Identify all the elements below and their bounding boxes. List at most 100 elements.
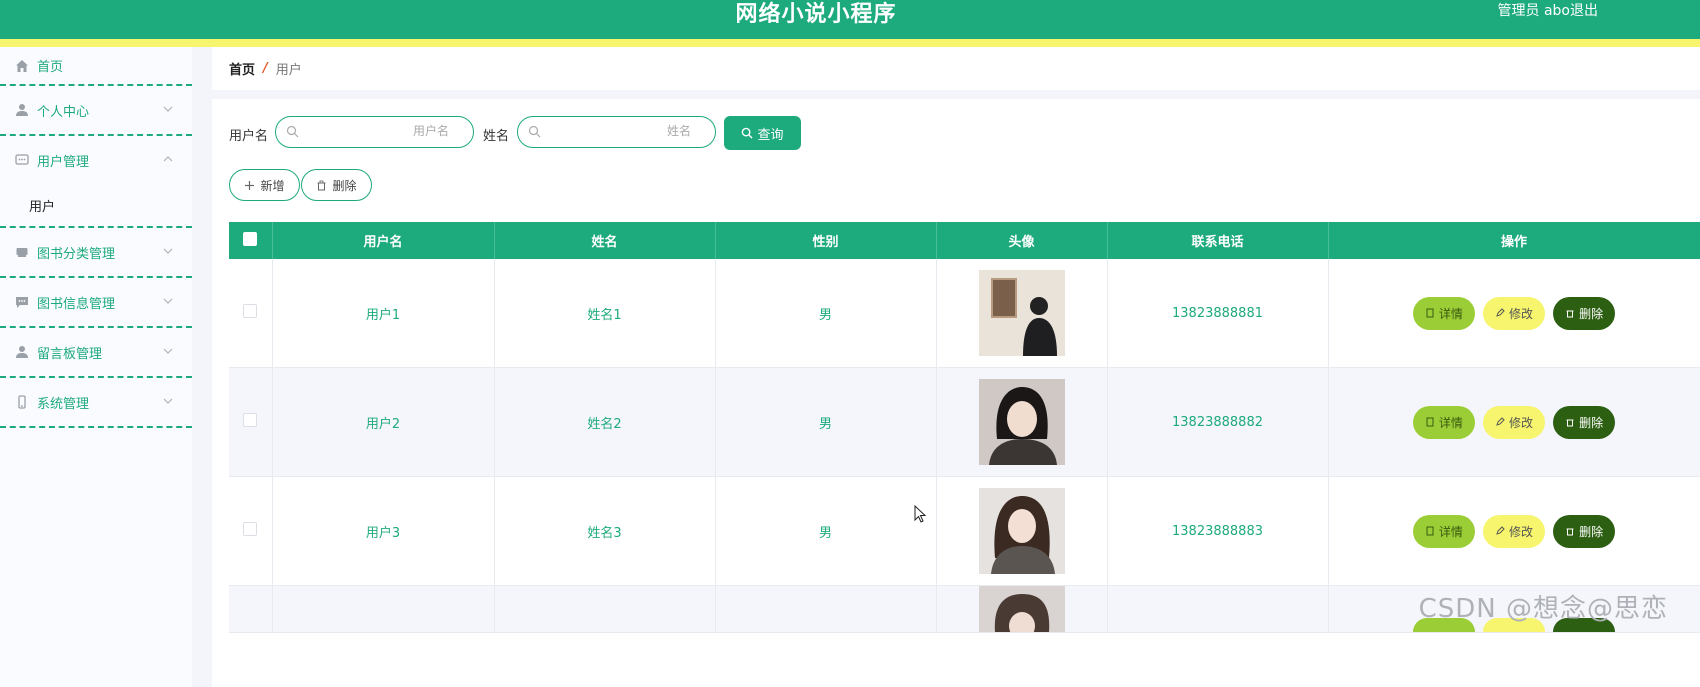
username-search-input[interactable] <box>327 123 451 139</box>
chevron-down-icon <box>163 348 173 354</box>
column-header-avatar: 头像 <box>936 222 1108 259</box>
sidebar-item-label: 用户管理 <box>37 154 90 170</box>
row-checkbox[interactable] <box>243 522 258 536</box>
sidebar-item-home[interactable]: 首页 <box>0 47 192 86</box>
column-header-phone: 联系电话 <box>1107 222 1329 259</box>
sidebar-item-label: 图书信息管理 <box>37 296 116 312</box>
logout-link[interactable]: 退出 <box>1570 0 1598 20</box>
sidebar-item-label: 留言板管理 <box>37 346 103 362</box>
sidebar-item-profile[interactable]: 个人中心 <box>0 86 192 136</box>
add-button-label: 新增 <box>260 178 285 193</box>
sidebar-item-label: 系统管理 <box>37 396 90 412</box>
watermark: CSDN @想念@思恋 <box>1418 594 1668 624</box>
message-icon <box>15 295 29 309</box>
detail-button[interactable]: 详情 <box>1412 296 1475 330</box>
search-icon <box>742 127 754 139</box>
sidebar-item-book-info[interactable]: 图书信息管理 <box>0 278 192 328</box>
column-header-name: 姓名 <box>494 222 716 259</box>
search-icon <box>286 125 299 138</box>
batch-delete-button[interactable]: 删除 <box>301 169 372 201</box>
breadcrumb-separator: / <box>263 61 268 76</box>
delete-button-label: 删除 <box>1579 306 1604 321</box>
delete-button-label: 删除 <box>1579 415 1604 430</box>
breadcrumb: 首页 / 用户 <box>212 47 1700 90</box>
sidebar-item-message-board[interactable]: 留言板管理 <box>0 328 192 378</box>
name-search-box[interactable] <box>517 116 716 148</box>
sidebar-item-label: 个人中心 <box>37 104 90 120</box>
sidebar-subitem-user[interactable]: 用户 <box>0 184 192 228</box>
avatar-cell <box>936 367 1108 477</box>
column-header-username: 用户名 <box>272 222 495 259</box>
query-button-label: 查询 <box>757 127 784 143</box>
select-all-cell[interactable] <box>229 222 273 259</box>
delete-button[interactable]: 删除 <box>1553 296 1616 330</box>
avatar-cell <box>936 259 1108 368</box>
delete-button[interactable]: 删除 <box>1553 514 1616 548</box>
detail-button[interactable]: 详情 <box>1412 514 1475 548</box>
edit-button[interactable]: 修改 <box>1483 405 1545 439</box>
home-icon <box>15 59 29 73</box>
edit-button[interactable]: 修改 <box>1483 514 1545 548</box>
book-icon <box>15 245 29 259</box>
sidebar-item-system[interactable]: 系统管理 <box>0 378 192 428</box>
chevron-up-icon <box>163 156 173 162</box>
username-cell: 用户3 <box>272 476 495 586</box>
username-search-label: 用户名 <box>229 129 269 144</box>
table-row: 用户3 姓名3 男 13823888883 详情 修改 删除 <box>229 476 1700 586</box>
document-icon <box>1426 417 1434 427</box>
edit-button[interactable]: 修改 <box>1483 296 1545 330</box>
trash-icon <box>1566 310 1574 318</box>
delete-button[interactable]: 删除 <box>1553 405 1616 439</box>
detail-button[interactable]: 详情 <box>1412 405 1475 439</box>
breadcrumb-home-link[interactable]: 首页 <box>229 59 255 78</box>
actions-cell: 详情 修改 删除 <box>1328 476 1700 586</box>
sidebar-item-label: 图书分类管理 <box>37 246 116 262</box>
gender-cell: 男 <box>715 476 937 586</box>
sidebar-menu: 首页 个人中心 用户管理 用户 图书分类管理 图书信息管理 留言板管理 系统管理 <box>0 47 192 687</box>
sidebar-item-book-category[interactable]: 图书分类管理 <box>0 228 192 278</box>
column-header-actions: 操作 <box>1328 222 1700 259</box>
detail-button-label: 详情 <box>1438 524 1463 539</box>
avatar <box>978 488 1065 574</box>
avatar-cell <box>936 585 1108 633</box>
chevron-down-icon <box>163 398 173 404</box>
username-cell: 用户1 <box>272 259 495 368</box>
mouse-cursor-icon <box>914 505 927 523</box>
phone-cell: 13823888882 <box>1107 367 1329 477</box>
avatar <box>978 379 1065 465</box>
phone-cell: 13823888883 <box>1107 476 1329 586</box>
actions-cell: 详情 修改 删除 <box>1328 259 1700 368</box>
username-search-box[interactable] <box>275 116 474 148</box>
chevron-down-icon <box>163 106 173 112</box>
delete-button-label: 删除 <box>1579 524 1604 539</box>
chevron-down-icon <box>163 298 173 304</box>
username-cell: 用户2 <box>272 367 495 477</box>
sidebar-subitem-label: 用户 <box>29 199 56 215</box>
plus-icon <box>245 180 255 190</box>
sidebar-item-user-management[interactable]: 用户管理 <box>0 136 192 184</box>
trash-icon <box>317 180 326 190</box>
name-cell: 姓名1 <box>494 259 716 368</box>
pencil-icon <box>1496 526 1505 535</box>
pencil-icon <box>1496 417 1505 426</box>
gender-cell: 男 <box>715 259 937 368</box>
avatar <box>978 270 1065 356</box>
query-button[interactable]: 查询 <box>724 116 801 150</box>
trash-icon <box>1566 419 1574 427</box>
name-search-label: 姓名 <box>483 129 510 144</box>
select-all-checkbox[interactable] <box>243 231 258 246</box>
edit-button-label: 修改 <box>1508 415 1533 430</box>
pencil-icon <box>1496 308 1505 317</box>
add-button[interactable]: 新增 <box>229 169 300 201</box>
sidebar-item-label: 首页 <box>37 60 64 75</box>
row-checkbox[interactable] <box>243 304 258 318</box>
name-search-input[interactable] <box>569 123 693 139</box>
table-header-row: 用户名 姓名 性别 头像 联系电话 操作 <box>229 222 1700 259</box>
name-cell: 姓名3 <box>494 476 716 586</box>
top-header: 网络小说小程序 管理员 abo 退出 <box>0 0 1700 39</box>
row-checkbox[interactable] <box>243 413 258 427</box>
admin-user-label: 管理员 abo <box>1497 3 1570 19</box>
app-title: 网络小说小程序 <box>735 2 897 27</box>
chevron-down-icon <box>163 248 173 254</box>
edit-button-label: 修改 <box>1508 524 1533 539</box>
